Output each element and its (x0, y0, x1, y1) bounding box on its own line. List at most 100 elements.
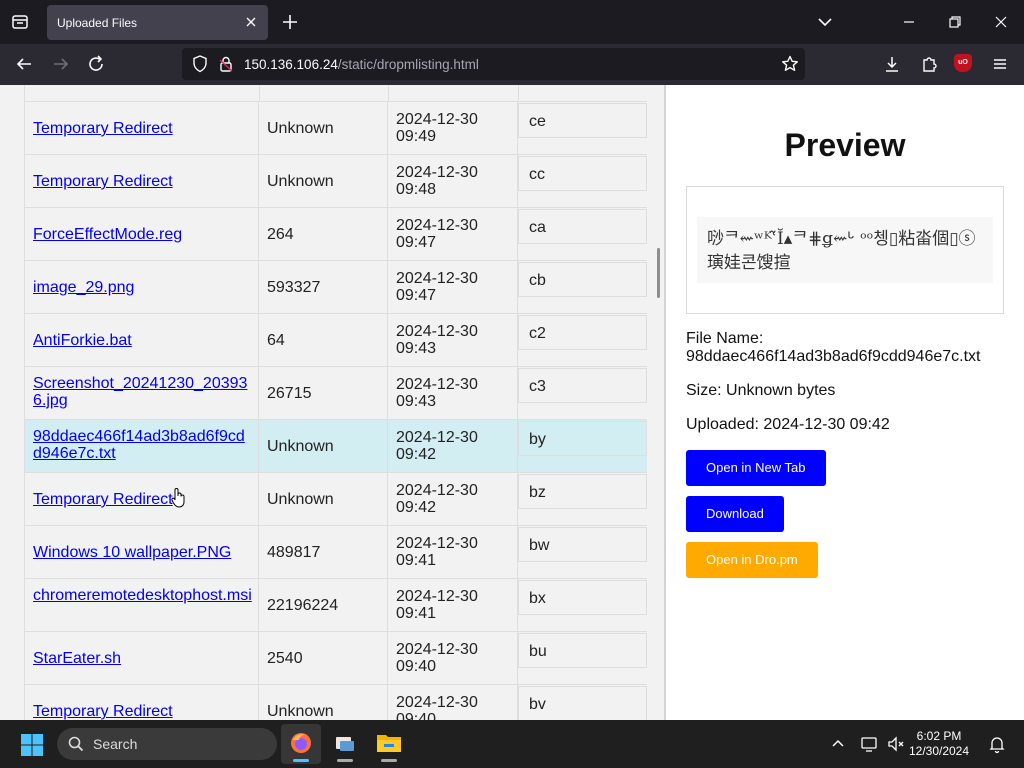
file-date-time: 09:41 (396, 605, 437, 622)
file-size: 26715 (267, 385, 312, 402)
back-arrow-icon[interactable] (12, 52, 36, 76)
minimize-icon[interactable] (897, 10, 921, 34)
table-row[interactable]: Screenshot_20241230_203936.jpg 26715 2024-… (24, 367, 647, 420)
name-cell: Screenshot_20241230_203936.jpg (24, 367, 259, 420)
preview-panel: Preview 唦ᄏ⇜ʷᴷʿ̃Ĭ▴ᄏ⋕ǥ⇜ᒡ ᵒᵒ쳉▯粘畓個▯ⓢ璌娃콘馊揎 Fi… (666, 85, 1024, 720)
taskbar-clock[interactable]: 6:02 PM 12/30/2024 (908, 729, 970, 759)
file-date-day: 2024-12-30 (396, 270, 478, 287)
tab-uploaded-files[interactable]: Uploaded Files (47, 5, 268, 40)
code-cell: bu (518, 632, 647, 685)
preview-text-content: 唦ᄏ⇜ʷᴷʿ̃Ĭ▴ᄏ⋕ǥ⇜ᒡ ᵒᵒ쳉▯粘畓個▯ⓢ璌娃콘馊揎 (697, 217, 993, 283)
file-link[interactable]: Temporary Redirect (33, 173, 253, 190)
table-row[interactable]: StarEater.sh 2540 2024-12-30 09:40 bu (24, 632, 647, 685)
table-row[interactable]: Windows 10 wallpaper.PNG 489817 2024-12-30… (24, 526, 647, 579)
open-in-new-tab-button[interactable]: Open in New Tab (686, 450, 826, 486)
name-cell: Windows 10 wallpaper.PNG (24, 526, 259, 579)
menu-hamburger-icon[interactable] (988, 52, 1012, 76)
table-row[interactable]: Temporary Redirect Unknown 2024-12-30 09:48… (24, 155, 647, 208)
size-cell: Unknown (259, 155, 388, 208)
shield-icon[interactable] (188, 52, 212, 76)
new-tab-icon[interactable] (279, 11, 301, 33)
file-date: 2024-12-30 09:48 (396, 164, 496, 198)
date-cell: 2024-12-30 09:48 (388, 155, 518, 208)
file-date: 2024-12-30 09:40 (396, 641, 496, 675)
lock-icon[interactable] (214, 52, 238, 76)
file-date-time: 09:42 (396, 499, 437, 516)
table-row[interactable]: chromeremotedesktophost.msi 22196224 2024-… (24, 579, 647, 632)
file-name-value: 98ddaec466f14ad3b8ad6f9cdd946e7c.txt (686, 348, 981, 365)
file-link[interactable]: Temporary Redirect (33, 491, 253, 508)
name-cell: chromeremotedesktophost.msi (24, 579, 259, 632)
volume-muted-icon[interactable] (886, 734, 906, 754)
taskbar-firefox[interactable] (281, 724, 321, 764)
file-date: 2024-12-30 09:40 (396, 694, 496, 720)
file-link[interactable]: image_29.png (33, 279, 253, 296)
upload-date-label: Uploaded: 2024-12-30 09:42 (686, 416, 890, 433)
file-link[interactable]: Windows 10 wallpaper.PNG (33, 544, 253, 561)
file-size: 264 (267, 226, 294, 243)
bookmark-star-icon[interactable] (778, 52, 802, 76)
reload-icon[interactable] (84, 52, 108, 76)
table-row[interactable]: 98ddaec466f14ad3b8ad6f9cdd946e7c.txt Unkn… (24, 420, 647, 473)
size-cell: 22196224 (259, 579, 388, 632)
file-size-label: Size: Unknown bytes (686, 382, 836, 399)
url-host: 150.136.106.24 (244, 57, 338, 72)
browser-tab-bar: Uploaded Files (0, 0, 1024, 44)
download-icon[interactable] (880, 52, 904, 76)
chevron-up-icon[interactable] (828, 734, 848, 754)
scrollbar-thumb[interactable] (657, 248, 660, 298)
ublock-origin-icon[interactable]: uO (954, 54, 972, 72)
file-link[interactable]: Temporary Redirect (33, 703, 253, 720)
display-icon[interactable] (860, 734, 880, 754)
file-date-time: 09:49 (396, 128, 437, 145)
file-code: c2 (529, 325, 546, 342)
name-cell: Temporary Redirect (24, 155, 259, 208)
table-row[interactable]: image_29.png 593327 2024-12-30 09:47 cb (24, 261, 647, 314)
file-link[interactable]: Temporary Redirect (33, 120, 253, 137)
file-date-day: 2024-12-30 (396, 376, 478, 393)
file-link[interactable]: 98ddaec466f14ad3b8ad6f9cdd946e7c.txt (33, 428, 253, 462)
clock-date: 12/30/2024 (908, 744, 970, 758)
table-row[interactable]: Temporary Redirect Unknown 2024-12-30 09:40… (24, 685, 647, 720)
date-cell: 2024-12-30 09:43 (388, 314, 518, 367)
close-tab-icon[interactable] (242, 13, 260, 31)
file-code: cc (529, 166, 545, 183)
notification-bell-icon[interactable] (987, 734, 1007, 754)
file-date-time: 09:41 (396, 552, 437, 569)
url-bar[interactable]: 150.136.106.24/static/dropmlisting.html (182, 48, 805, 80)
table-row[interactable]: Temporary Redirect Unknown 2024-12-30 09:42… (24, 473, 647, 526)
table-row[interactable]: ForceEffectMode.reg 264 2024-12-30 09:47 ca (24, 208, 647, 261)
chevron-down-icon[interactable] (813, 10, 837, 34)
file-link[interactable]: AntiForkie.bat (33, 332, 253, 349)
open-in-dropm-button[interactable]: Open in Dro.pm (686, 542, 818, 578)
table-row[interactable]: AntiForkie.bat 64 2024-12-30 09:43 c2 (24, 314, 647, 367)
restore-icon[interactable] (943, 10, 967, 34)
name-cell: Temporary Redirect (24, 102, 259, 155)
taskbar-app-2[interactable] (325, 724, 365, 764)
page-content: Temporary Redirect Unknown 2024-12-30 09:49… (0, 85, 1024, 720)
file-link[interactable]: ForceEffectMode.reg (33, 226, 253, 243)
file-code: bz (529, 484, 546, 501)
file-link[interactable]: chromeremotedesktophost.msi (33, 587, 253, 604)
file-date: 2024-12-30 09:49 (396, 111, 496, 145)
taskbar-file-explorer[interactable] (369, 724, 409, 764)
close-window-icon[interactable] (989, 10, 1013, 34)
file-size: Unknown (267, 491, 334, 508)
windows-start-icon[interactable] (20, 733, 44, 757)
download-button[interactable]: Download (686, 496, 784, 532)
file-date-day: 2024-12-30 (396, 111, 478, 128)
table-row[interactable]: Temporary Redirect Unknown 2024-12-30 09:49… (24, 102, 647, 155)
size-cell: 64 (259, 314, 388, 367)
extensions-puzzle-icon[interactable] (917, 52, 941, 76)
file-link[interactable]: StarEater.sh (33, 650, 253, 667)
folder-icon (377, 735, 401, 752)
tab-list-icon[interactable] (8, 10, 32, 34)
size-cell: 593327 (259, 261, 388, 314)
firefox-icon (291, 733, 311, 753)
file-link[interactable]: Screenshot_20241230_203936.jpg (33, 375, 253, 409)
taskbar-search[interactable]: Search (57, 728, 277, 760)
date-cell: 2024-12-30 09:43 (388, 367, 518, 420)
date-cell: 2024-12-30 09:49 (388, 102, 518, 155)
file-date-day: 2024-12-30 (396, 694, 478, 711)
forward-arrow-icon[interactable] (49, 52, 73, 76)
